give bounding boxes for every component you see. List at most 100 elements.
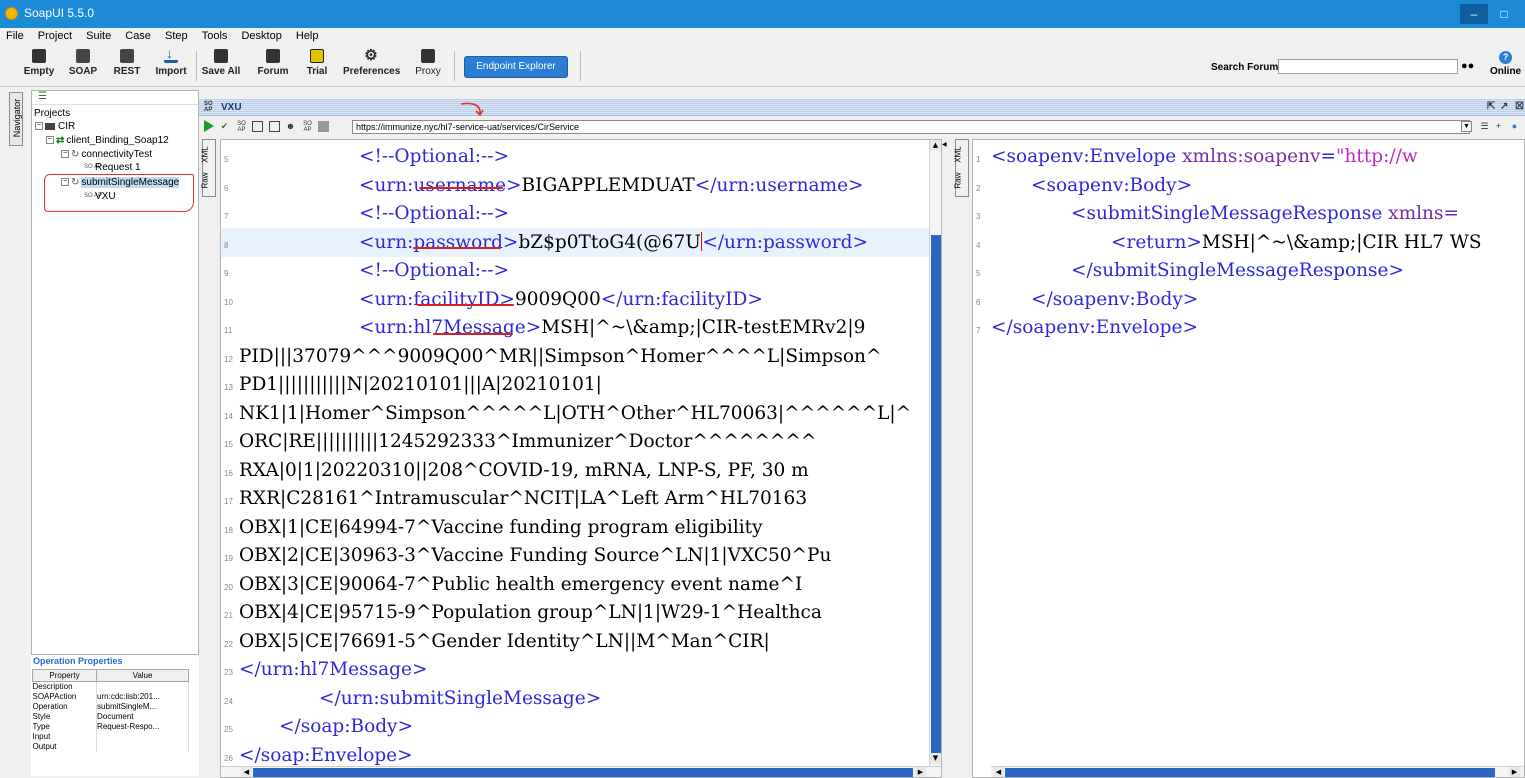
property-column-header[interactable]: Property <box>31 669 98 682</box>
rest-button[interactable]: REST <box>112 47 142 85</box>
endpoint-dropdown-icon[interactable]: ▼ <box>1461 121 1472 132</box>
code-line[interactable]: 18 OBX|1|CE|64994-7^Vaccine funding progr… <box>221 513 929 542</box>
code-line[interactable]: 7 </soapenv:Envelope> <box>973 313 1524 342</box>
code-line[interactable]: 8 <urn:password>bZ$p0TtoG4(@67U</urn:pass… <box>221 227 929 257</box>
request-xml-tab[interactable]: XML <box>201 146 210 162</box>
table-row[interactable]: Operation submitSingleM... <box>32 702 189 712</box>
response-horizontal-scrollbar[interactable]: ◀ ▶ <box>991 766 1524 777</box>
preferences-button[interactable]: ⚙ Preferences <box>343 47 400 85</box>
menu-help[interactable]: Help <box>290 28 324 42</box>
endpoint-explorer-button[interactable]: Endpoint Explorer <box>464 56 568 78</box>
collapse-icon[interactable]: − <box>35 122 43 131</box>
scroll-left-arrow-icon[interactable]: ◀ <box>241 767 252 777</box>
code-line[interactable]: 5 <!--Optional:--> <box>221 142 929 171</box>
code-line[interactable]: 2 <soapenv:Body> <box>973 171 1524 200</box>
code-line[interactable]: 21 OBX|4|CE|95715-9^Population group^LN|1… <box>221 598 929 627</box>
menu-file[interactable]: File <box>0 28 29 42</box>
tree-item-binding[interactable]: − ⇄ client_Binding_Soap12 <box>46 135 169 146</box>
table-row[interactable]: SOAPAction urn:cdc:iisb:201... <box>32 692 189 702</box>
stop-icon[interactable] <box>318 121 329 132</box>
response-xml-pane[interactable]: 1 <soapenv:Envelope xmlns:soapenv="http:/… <box>972 139 1525 778</box>
table-row[interactable]: Description <box>32 681 189 692</box>
menu-case[interactable]: Case <box>119 28 156 42</box>
table-row[interactable]: Input <box>32 732 189 742</box>
property-value[interactable]: submitSingleM... <box>96 702 189 712</box>
menu-step[interactable]: Step <box>159 28 193 42</box>
scroll-up-arrow-icon[interactable]: ▲ <box>930 140 941 151</box>
code-line[interactable]: 23 </urn:hl7Message> <box>221 655 929 684</box>
scrollbar-thumb[interactable] <box>931 235 941 755</box>
scrollbar-thumb[interactable] <box>253 768 913 777</box>
code-line[interactable]: 14 NK1|1|Homer^Simpson^^^^^L|OTH^Other^HL… <box>221 399 929 428</box>
soap-button[interactable]: SOAP <box>68 47 98 85</box>
user-icon[interactable]: ☻ <box>285 121 296 132</box>
tree-item-request1[interactable]: SO APRequest 1 <box>84 162 141 173</box>
response-raw-tab[interactable]: Raw <box>954 172 963 188</box>
edit-endpoint-icon[interactable]: ☰ <box>1479 121 1490 132</box>
table-row[interactable]: Output <box>32 742 189 752</box>
code-line[interactable]: 22 OBX|5|CE|76691-5^Gender Identity^LN||M… <box>221 627 929 656</box>
property-value[interactable]: urn:cdc:iisb:201... <box>96 692 189 702</box>
scroll-down-arrow-icon[interactable]: ▼ <box>930 753 941 764</box>
menu-project[interactable]: Project <box>32 28 77 42</box>
table-row[interactable]: Type Request-Respo... <box>32 722 189 732</box>
maximize-editor-icon[interactable]: ↗ <box>1500 101 1508 112</box>
code-line[interactable]: 6 <urn:username>BIGAPPLEMDUAT</urn:userna… <box>221 171 929 200</box>
code-line[interactable]: 25 </soap:Body> <box>221 712 929 741</box>
menu-suite[interactable]: Suite <box>80 28 116 42</box>
trial-button[interactable]: Trial <box>305 47 329 85</box>
scrollbar-thumb[interactable] <box>1005 768 1495 777</box>
import-button[interactable]: Import <box>153 45 189 85</box>
search-forum-input[interactable] <box>1278 59 1458 74</box>
collapse-all-icon[interactable]: ☰ <box>38 91 47 102</box>
code-line[interactable]: 3 <submitSingleMessageResponse xmlns= <box>973 199 1524 228</box>
code-line[interactable]: 11 <urn:hl7Message>MSH|^~\&amp;|CIR-testE… <box>221 313 929 342</box>
scroll-right-arrow-icon[interactable]: ▶ <box>1509 767 1520 777</box>
code-line[interactable]: 24 </urn:submitSingleMessage> <box>221 684 929 713</box>
code-line[interactable]: 12 PID|||37079^^^9009Q00^MR||Simpson^Home… <box>221 342 929 371</box>
property-value[interactable] <box>96 681 189 692</box>
scroll-left-arrow-icon[interactable]: ◀ <box>993 767 1004 777</box>
code-line[interactable]: 5 </submitSingleMessageResponse> <box>973 256 1524 285</box>
editor-splitter[interactable]: ◀ <box>942 139 950 778</box>
navigator-tab[interactable]: Navigator <box>9 92 23 146</box>
add-icon[interactable]: + <box>1493 121 1504 132</box>
code-line[interactable]: 6 </soapenv:Body> <box>973 285 1524 314</box>
collapse-icon[interactable]: − <box>46 136 54 145</box>
property-value[interactable] <box>96 742 189 752</box>
binoculars-icon[interactable]: ●● <box>1461 60 1474 72</box>
code-line[interactable]: 1 <soapenv:Envelope xmlns:soapenv="http:/… <box>973 142 1524 171</box>
close-editor-icon[interactable]: ☒ <box>1515 101 1524 112</box>
property-value[interactable] <box>96 732 189 742</box>
maximize-button[interactable]: □ <box>1490 4 1518 24</box>
tab-view-icon[interactable] <box>269 121 280 132</box>
code-line[interactable]: 4 <return>MSH|^~\&amp;|CIR HL7 WS <box>973 228 1524 257</box>
code-line[interactable]: 20 OBX|3|CE|90064-7^Public health emergen… <box>221 570 929 599</box>
add-assertion-icon[interactable]: ✔ <box>219 121 230 132</box>
table-row[interactable]: Style Document <box>32 712 189 722</box>
split-view-icon[interactable] <box>252 121 263 132</box>
property-value[interactable]: Document <box>96 712 189 722</box>
value-column-header[interactable]: Value <box>96 669 189 682</box>
soap-icon[interactable]: SO AP <box>236 121 247 133</box>
code-line[interactable]: 15 ORC|RE||||||||||1245292333^Immunizer^D… <box>221 427 929 456</box>
proxy-button[interactable]: Proxy <box>413 47 443 85</box>
empty-button[interactable]: Empty <box>22 47 56 85</box>
help-icon[interactable]: ● <box>1509 121 1520 132</box>
menu-desktop[interactable]: Desktop <box>235 28 286 42</box>
menu-tools[interactable]: Tools <box>196 28 233 42</box>
minimize-button[interactable]: – <box>1460 4 1488 24</box>
request-horizontal-scrollbar[interactable]: ◀ ▶ <box>221 766 941 777</box>
tree-item-connectivitytest[interactable]: − ↻ connectivityTest <box>61 149 152 160</box>
undock-icon[interactable]: ⇱ <box>1487 101 1495 112</box>
collapse-icon[interactable]: − <box>61 150 69 159</box>
forum-button[interactable]: Forum <box>256 47 290 85</box>
code-line[interactable]: 17 RXR|C28161^Intramuscular^NCIT|LA^Left … <box>221 484 929 513</box>
code-line[interactable]: 10 <urn:facilityID>9009Q00</urn:facilityI… <box>221 285 929 314</box>
wsdl-icon[interactable]: SO AP <box>302 121 313 133</box>
request-xml-pane[interactable]: 5 <!--Optional:--> 6 <urn:username>BIGAPPLE… <box>220 139 942 778</box>
code-line[interactable]: 19 OBX|2|CE|30963-3^Vaccine Funding Sourc… <box>221 541 929 570</box>
request-raw-tab[interactable]: Raw <box>201 172 210 188</box>
code-line[interactable]: 9 <!--Optional:--> <box>221 256 929 285</box>
code-line[interactable]: 13 PD1|||||||||||N|20210101|||A|20210101| <box>221 370 929 399</box>
